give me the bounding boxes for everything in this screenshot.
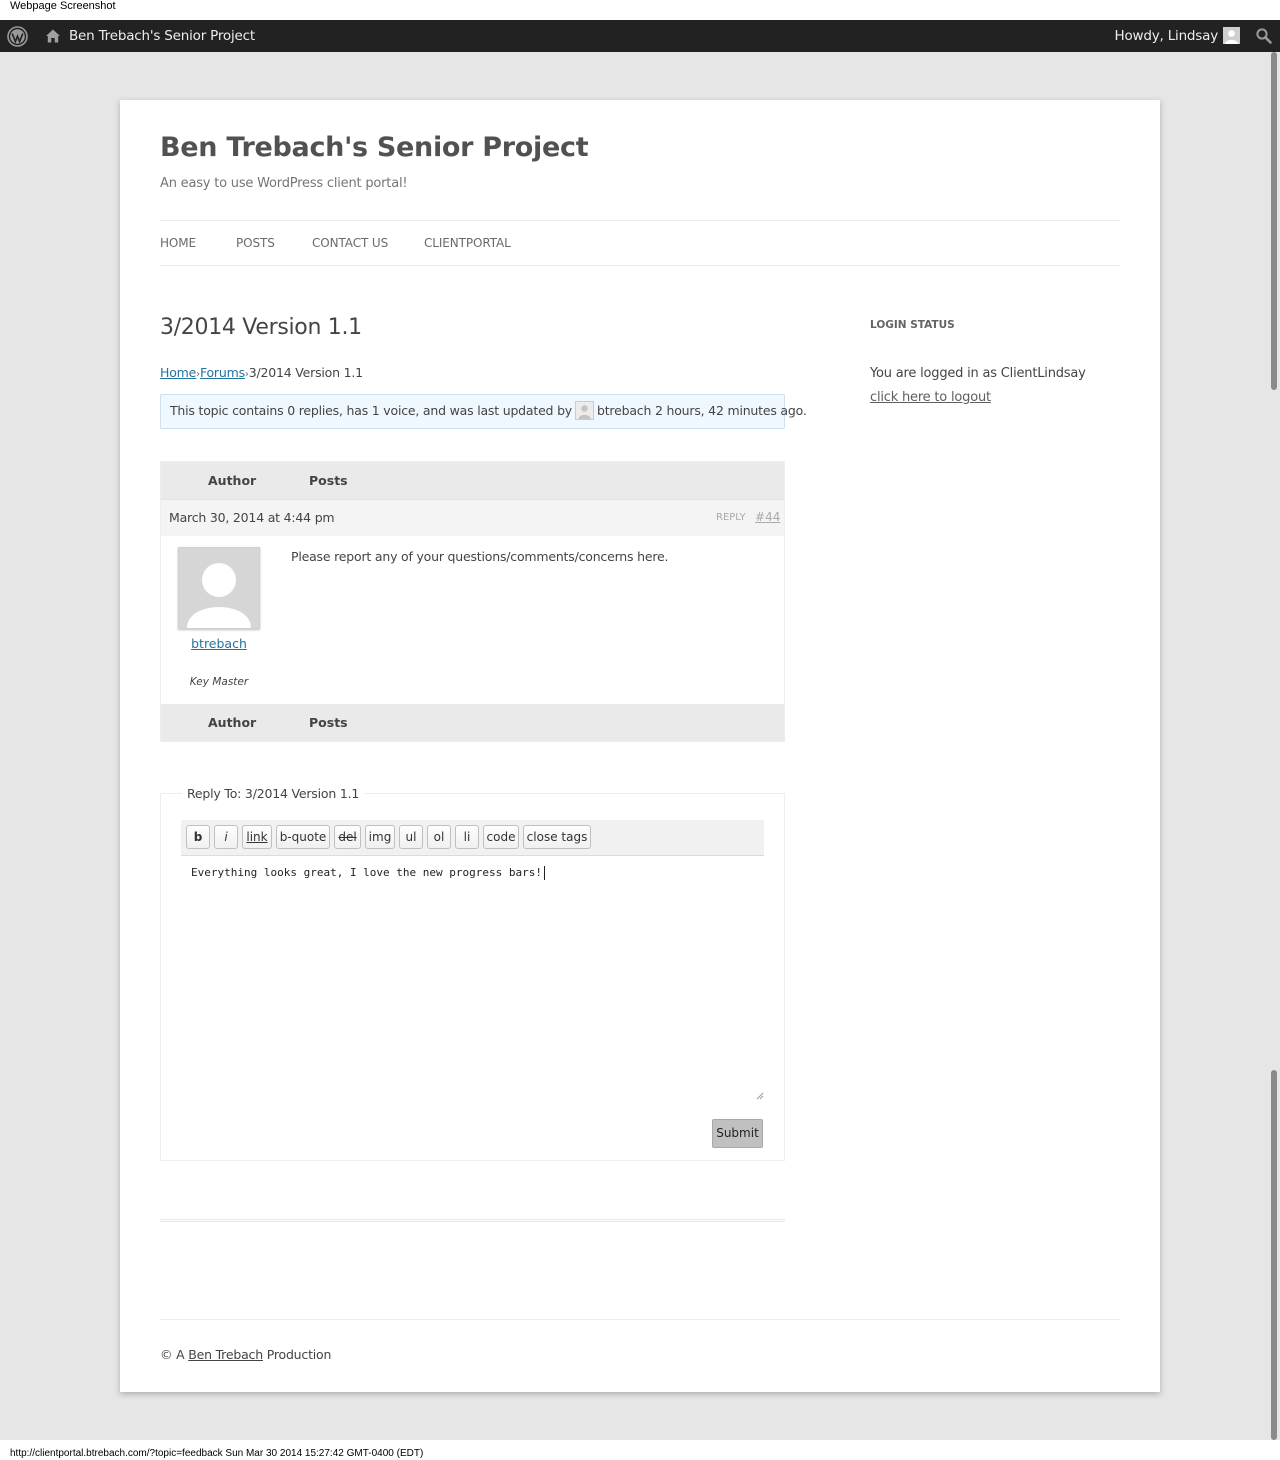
- search-icon[interactable]: [1255, 27, 1273, 45]
- scrollbar-thumb[interactable]: [1271, 1070, 1277, 1440]
- login-status-text: You are logged in as ClientLindsay: [870, 366, 1086, 381]
- notice-user-link[interactable]: btrebach: [597, 403, 651, 418]
- author-avatar[interactable]: [178, 547, 260, 629]
- reply-author-link[interactable]: btrebach: [161, 635, 277, 653]
- breadcrumb: Home›Forums›3/2014 Version 1.1: [160, 364, 363, 384]
- reply-content: Please report any of your questions/comm…: [291, 549, 669, 564]
- footer-credit: © A Ben Trebach Production: [160, 1346, 331, 1364]
- toolbar-bquote-button[interactable]: b-quote: [276, 825, 330, 849]
- nav-item-posts[interactable]: POSTS: [236, 235, 275, 251]
- reply-permalink[interactable]: #44: [755, 509, 780, 525]
- capture-footer-url: http://clientportal.btrebach.com/?topic=…: [10, 1448, 424, 1459]
- toolbar-italic-button[interactable]: i: [214, 825, 238, 849]
- quicktags-toolbar: b i link b-quote del img ul ol li code c…: [181, 820, 764, 856]
- footer-posts: Posts: [309, 715, 348, 730]
- breadcrumb-home-link[interactable]: Home: [160, 365, 196, 380]
- replies-header: Author Posts: [161, 462, 784, 499]
- page-scrollbar[interactable]: [1268, 52, 1280, 1440]
- reply-textarea-value: Everything looks great, I love the new p…: [191, 866, 542, 879]
- site-title[interactable]: Ben Trebach's Senior Project: [160, 130, 589, 166]
- text-caret: [544, 866, 545, 880]
- footer-suffix: Production: [266, 1347, 332, 1362]
- page-container: Ben Trebach's Senior Project An easy to …: [120, 100, 1160, 1392]
- header-posts: Posts: [309, 473, 348, 488]
- nav-item-clientportal[interactable]: CLIENTPORTAL: [424, 235, 511, 251]
- main-navigation: HOME POSTS CONTACT US CLIENTPORTAL: [160, 220, 1120, 266]
- page-title: 3/2014 Version 1.1: [160, 315, 362, 340]
- reply-form-legend: Reply To: 3/2014 Version 1.1: [182, 785, 365, 803]
- toolbar-link-button[interactable]: link: [242, 825, 272, 849]
- nav-item-home[interactable]: HOME: [160, 235, 196, 251]
- toolbar-bold-button[interactable]: b: [186, 825, 210, 849]
- admin-bar-site-name[interactable]: Ben Trebach's Senior Project: [69, 27, 255, 45]
- toolbar-ul-button[interactable]: ul: [399, 825, 423, 849]
- home-icon[interactable]: [44, 27, 62, 45]
- replies-footer: Author Posts: [161, 704, 784, 741]
- toolbar-li-button[interactable]: li: [455, 825, 479, 849]
- scrollbar-thumb[interactable]: [1271, 52, 1277, 390]
- reply-textarea[interactable]: Everything looks great, I love the new p…: [181, 856, 764, 1100]
- submit-button[interactable]: Submit: [712, 1119, 763, 1148]
- toolbar-close-tags-button[interactable]: close tags: [523, 825, 591, 849]
- logout-link[interactable]: click here to logout: [870, 389, 991, 407]
- site-footer: © A Ben Trebach Production: [160, 1319, 1120, 1362]
- breadcrumb-current: 3/2014 Version 1.1: [248, 365, 363, 380]
- footer-prefix: © A: [160, 1347, 185, 1362]
- toolbar-del-button[interactable]: del: [334, 825, 361, 849]
- toolbar-code-button[interactable]: code: [483, 825, 519, 849]
- footer-author-link[interactable]: Ben Trebach: [188, 1347, 263, 1362]
- site-description: An easy to use WordPress client portal!: [160, 176, 408, 191]
- content-divider: [160, 1219, 785, 1222]
- browser-viewport: Ben Trebach's Senior Project Howdy, Lind…: [0, 20, 1280, 1440]
- replies-list: Author Posts March 30, 2014 at 4:44 pm R…: [160, 461, 785, 742]
- admin-bar-greeting[interactable]: Howdy, Lindsay: [1115, 27, 1219, 45]
- reply-meta-row: March 30, 2014 at 4:44 pm REPLY #44: [161, 499, 784, 536]
- reply-author-role: Key Master: [189, 676, 249, 688]
- footer-author: Author: [208, 715, 257, 730]
- reply-date: March 30, 2014 at 4:44 pm: [169, 510, 335, 525]
- topic-info-notice: This topic contains 0 replies, has 1 voi…: [160, 394, 807, 429]
- widget-title-login-status: LOGIN STATUS: [870, 319, 955, 331]
- notice-text: This topic contains 0 replies, has 1 voi…: [170, 403, 572, 418]
- wordpress-logo-icon[interactable]: [7, 26, 28, 47]
- toolbar-ol-button[interactable]: ol: [427, 825, 451, 849]
- notice-time: 2 hours, 42 minutes ago.: [654, 403, 807, 418]
- screenshot-label: Webpage Screenshot: [10, 0, 116, 12]
- user-avatar-icon[interactable]: [1223, 27, 1240, 44]
- admin-bar: Ben Trebach's Senior Project Howdy, Lind…: [0, 20, 1280, 52]
- toolbar-img-button[interactable]: img: [365, 825, 395, 849]
- header-author: Author: [208, 473, 257, 488]
- breadcrumb-forums-link[interactable]: Forums: [200, 365, 245, 380]
- nav-item-contact-us[interactable]: CONTACT US: [312, 235, 388, 251]
- resize-handle-icon[interactable]: [756, 1085, 764, 1100]
- reply-link[interactable]: REPLY: [716, 511, 746, 525]
- user-avatar-icon: [575, 400, 594, 420]
- reply-form: Reply To: 3/2014 Version 1.1 b i link b-…: [160, 785, 785, 1161]
